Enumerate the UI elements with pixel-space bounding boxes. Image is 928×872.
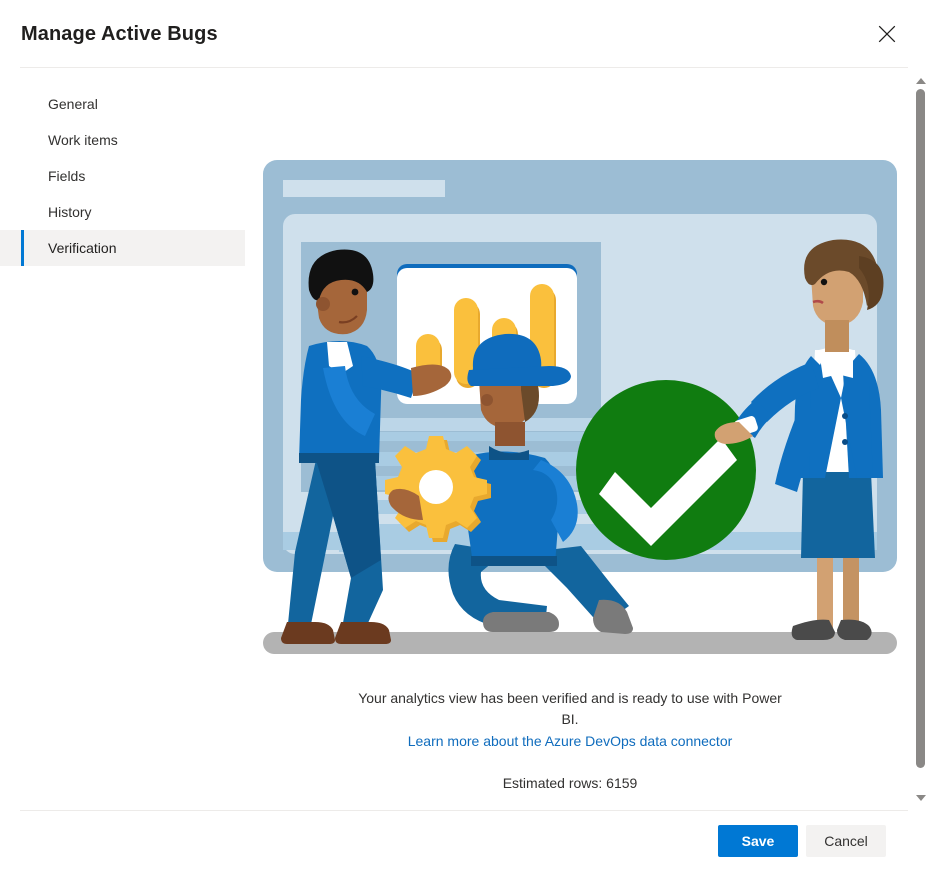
analytics-verified-illustration <box>263 160 897 660</box>
scroll-up-button[interactable] <box>912 72 928 89</box>
sidebar-item-work-items[interactable]: Work items <box>0 122 245 158</box>
scrollbar-track[interactable] <box>916 89 925 789</box>
footer-divider <box>20 810 908 811</box>
sidebar-item-fields[interactable]: Fields <box>0 158 245 194</box>
verification-caption: Your analytics view has been verified an… <box>245 688 895 794</box>
scrollbar-thumb[interactable] <box>916 89 925 768</box>
chevron-down-icon <box>915 794 926 801</box>
sidebar-item-label: Fields <box>48 168 86 184</box>
dialog-body: General Work items Fields History Verifi… <box>0 68 928 810</box>
sidebar-item-history[interactable]: History <box>0 194 245 230</box>
sidebar-item-label: Work items <box>48 132 118 148</box>
learn-more-link[interactable]: Learn more about the Azure DevOps data c… <box>245 731 895 752</box>
sidebar-item-label: History <box>48 204 92 220</box>
close-icon <box>878 25 896 43</box>
page-title: Manage Active Bugs <box>21 22 218 45</box>
sidebar-item-label: Verification <box>48 240 117 256</box>
dialog-header: Manage Active Bugs <box>0 0 928 68</box>
save-button[interactable]: Save <box>718 825 798 857</box>
vertical-scrollbar[interactable] <box>911 68 928 810</box>
close-button[interactable] <box>865 12 909 56</box>
status-message: Your analytics view has been verified an… <box>358 690 782 727</box>
sidebar-item-label: General <box>48 96 98 112</box>
estimated-rows-text: Estimated rows: 6159 <box>502 775 638 791</box>
chevron-up-icon <box>915 77 926 84</box>
sidebar-nav: General Work items Fields History Verifi… <box>0 68 245 810</box>
dialog-footer: Save Cancel <box>0 810 928 872</box>
cancel-button[interactable]: Cancel <box>806 825 886 857</box>
scroll-down-button[interactable] <box>912 789 928 806</box>
sidebar-item-verification[interactable]: Verification <box>0 230 245 266</box>
verification-panel: Your analytics view has been verified an… <box>245 68 928 810</box>
sidebar-item-general[interactable]: General <box>0 86 245 122</box>
manage-active-bugs-dialog: Manage Active Bugs General Work items Fi… <box>0 0 928 872</box>
